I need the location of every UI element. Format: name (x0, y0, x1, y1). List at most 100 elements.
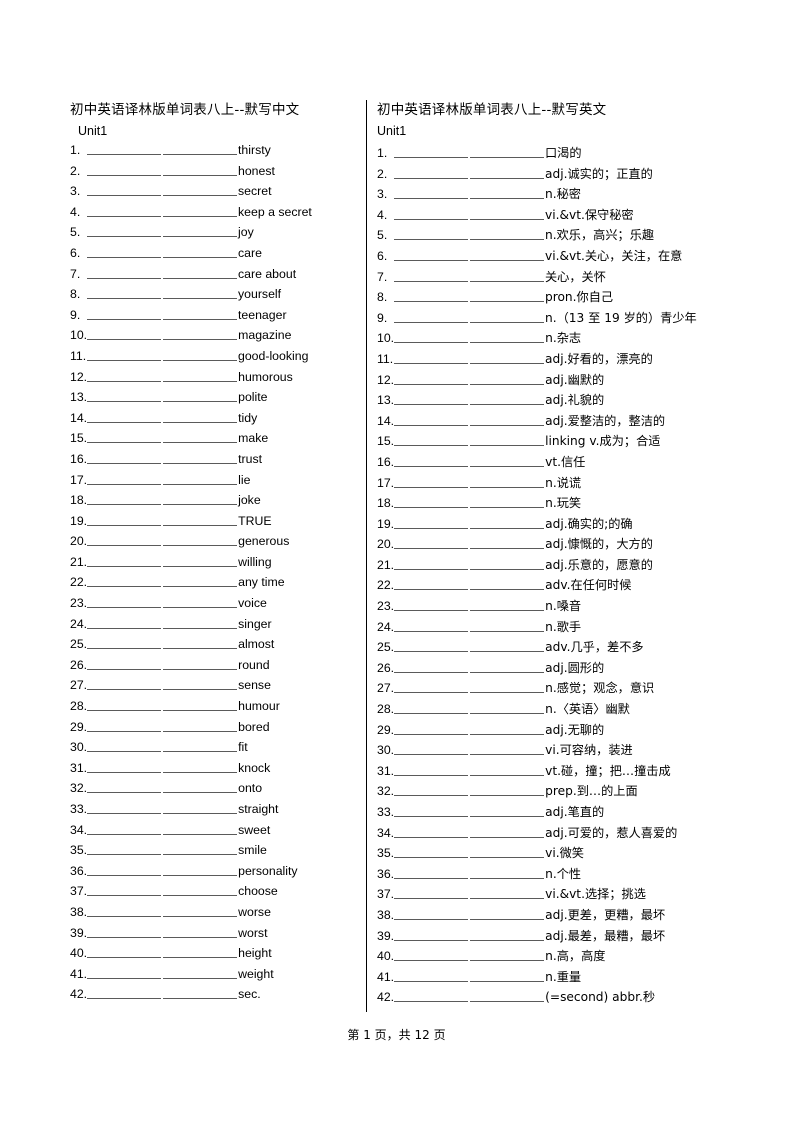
answer-blank-line[interactable] (87, 442, 238, 444)
answer-blank-line[interactable] (394, 960, 545, 962)
answer-blank-line[interactable] (394, 486, 545, 488)
answer-blank-line[interactable] (394, 836, 545, 838)
entry-prompt-text: knock (238, 760, 271, 775)
entry-number: 7. (377, 269, 388, 284)
answer-blank-line[interactable] (87, 524, 238, 526)
answer-blank-line[interactable] (87, 607, 238, 609)
answer-blank-line[interactable] (394, 507, 545, 509)
answer-blank-line[interactable] (394, 465, 545, 467)
answer-blank-line[interactable] (87, 545, 238, 547)
answer-blank-line[interactable] (394, 610, 545, 612)
blank-segment-right (470, 692, 545, 694)
answer-blank-line[interactable] (87, 195, 237, 197)
answer-blank-line[interactable] (394, 259, 544, 261)
answer-blank-line[interactable] (87, 483, 238, 485)
answer-blank-line[interactable] (394, 774, 545, 776)
answer-blank-line[interactable] (87, 813, 238, 814)
answer-blank-line[interactable] (87, 504, 238, 506)
answer-blank-line[interactable] (87, 915, 238, 917)
answer-blank-line[interactable] (87, 710, 238, 712)
answer-blank-line[interactable] (87, 154, 237, 155)
answer-blank-line[interactable] (394, 939, 545, 941)
answer-blank-line[interactable] (394, 445, 545, 447)
answer-blank-line[interactable] (394, 713, 545, 715)
answer-blank-line[interactable] (394, 980, 545, 982)
answer-blank-line[interactable] (87, 174, 237, 176)
answer-blank-line[interactable] (87, 936, 238, 938)
vocabulary-entry-row: 5. joy (70, 225, 358, 246)
answer-blank-line[interactable] (394, 404, 545, 406)
blank-segment-right (470, 795, 545, 797)
answer-blank-line[interactable] (394, 1001, 545, 1003)
answer-blank-line[interactable] (87, 833, 238, 835)
answer-blank-line[interactable] (394, 671, 545, 673)
answer-blank-line[interactable] (394, 651, 545, 653)
answer-blank-line[interactable] (87, 586, 238, 588)
answer-blank-line[interactable] (394, 816, 545, 817)
entry-prompt-text: fit (238, 740, 248, 755)
entry-number: 38. (377, 907, 395, 922)
answer-blank-line[interactable] (87, 689, 238, 691)
answer-blank-line[interactable] (87, 957, 238, 959)
entry-number: 4. (377, 207, 388, 222)
vocabulary-entry-row: 15. linking v.成为；合适 (377, 431, 785, 452)
answer-blank-line[interactable] (87, 751, 238, 753)
answer-blank-line[interactable] (394, 548, 545, 550)
answer-blank-line[interactable] (87, 668, 238, 670)
answer-blank-line[interactable] (394, 280, 544, 282)
answer-blank-line[interactable] (87, 627, 238, 629)
answer-blank-line[interactable] (87, 874, 238, 876)
answer-blank-line[interactable] (87, 359, 237, 361)
answer-blank-line[interactable] (87, 730, 238, 732)
answer-blank-line[interactable] (394, 692, 545, 694)
answer-blank-line[interactable] (394, 239, 544, 241)
answer-blank-line[interactable] (394, 342, 545, 344)
answer-blank-line[interactable] (394, 362, 544, 364)
answer-blank-line[interactable] (394, 589, 545, 591)
answer-blank-line[interactable] (87, 854, 238, 856)
answer-blank-line[interactable] (87, 339, 238, 341)
answer-blank-line[interactable] (394, 795, 545, 797)
answer-blank-line[interactable] (87, 648, 238, 650)
answer-blank-line[interactable] (394, 918, 545, 920)
answer-blank-line[interactable] (394, 301, 544, 303)
answer-blank-line[interactable] (87, 277, 237, 279)
answer-blank-line[interactable] (87, 895, 238, 897)
answer-blank-line[interactable] (87, 236, 237, 238)
answer-blank-line[interactable] (394, 198, 544, 200)
answer-blank-line[interactable] (87, 462, 238, 464)
answer-blank-line[interactable] (394, 177, 544, 179)
answer-blank-line[interactable] (87, 977, 238, 979)
answer-blank-line[interactable] (394, 218, 544, 220)
answer-blank-line[interactable] (87, 380, 238, 382)
answer-blank-line[interactable] (394, 857, 545, 859)
answer-blank-line[interactable] (394, 157, 544, 158)
answer-blank-line[interactable] (394, 321, 544, 323)
answer-blank-line[interactable] (87, 318, 237, 320)
answer-blank-line[interactable] (394, 527, 545, 529)
answer-blank-line[interactable] (394, 754, 545, 756)
entry-number: 39. (377, 928, 395, 943)
entry-number: 20. (70, 534, 88, 549)
entry-number: 15. (70, 431, 88, 446)
answer-blank-line[interactable] (394, 568, 545, 570)
entry-prompt-text: n.杂志 (545, 331, 582, 346)
answer-blank-line[interactable] (394, 383, 545, 385)
answer-blank-line[interactable] (394, 630, 545, 632)
answer-blank-line[interactable] (394, 733, 545, 735)
answer-blank-line[interactable] (87, 256, 237, 258)
answer-blank-line[interactable] (87, 792, 238, 794)
answer-blank-line[interactable] (87, 998, 238, 1000)
answer-blank-line[interactable] (87, 401, 238, 403)
answer-blank-line[interactable] (394, 877, 545, 879)
answer-blank-line[interactable] (87, 421, 238, 423)
entry-number: 14. (377, 413, 395, 428)
answer-blank-line[interactable] (394, 424, 545, 426)
answer-blank-line[interactable] (87, 215, 237, 217)
answer-blank-line[interactable] (87, 771, 238, 773)
entry-number: 28. (377, 702, 395, 717)
vocabulary-entry-row: 24. n.歌手 (377, 617, 785, 638)
answer-blank-line[interactable] (87, 565, 238, 567)
answer-blank-line[interactable] (394, 898, 545, 900)
answer-blank-line[interactable] (87, 298, 237, 300)
